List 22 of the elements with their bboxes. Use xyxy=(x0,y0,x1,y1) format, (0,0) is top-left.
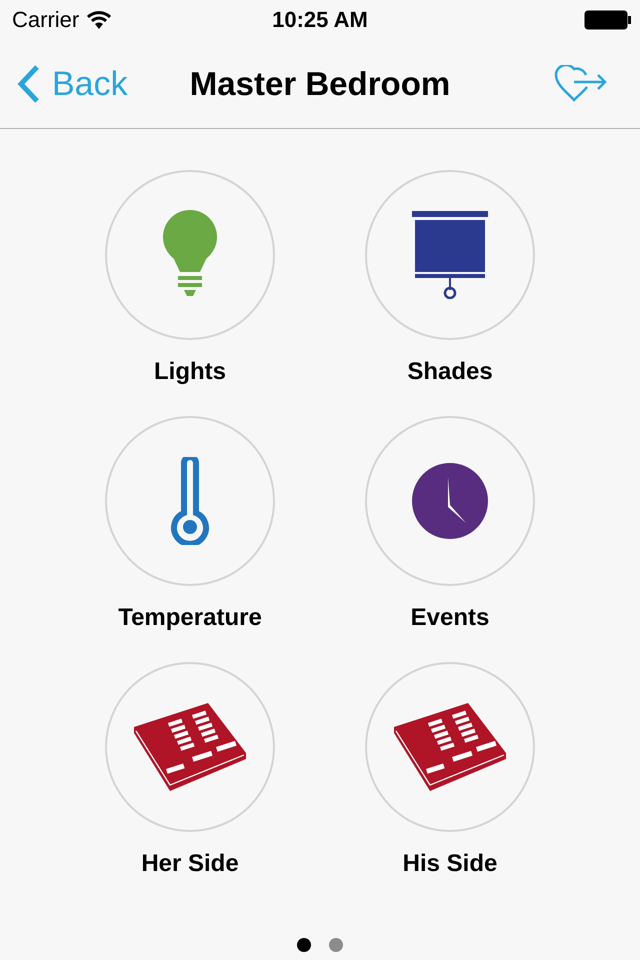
thermometer-icon xyxy=(170,457,210,545)
page-dot[interactable] xyxy=(297,938,311,952)
tile-label: Shades xyxy=(407,358,493,386)
tile-label: Her Side xyxy=(141,850,239,878)
keypad-icon xyxy=(134,701,246,793)
back-button[interactable]: Back xyxy=(16,64,128,104)
battery-icon xyxy=(584,10,632,30)
heart-arrow-button[interactable] xyxy=(554,65,608,103)
keypad-icon xyxy=(394,701,506,793)
chevron-icon xyxy=(16,64,40,104)
projector-screen-icon xyxy=(412,211,488,299)
tile-label: Temperature xyxy=(118,604,262,632)
tile-label: His Side xyxy=(402,850,498,878)
clock-icon xyxy=(412,463,488,539)
tile-label: Lights xyxy=(154,358,226,386)
clock-time: 10:25 AM xyxy=(272,7,368,32)
tile-label: Events xyxy=(410,604,490,632)
page-dot[interactable] xyxy=(329,938,343,952)
wifi-icon xyxy=(87,11,112,29)
carrier-name: Carrier xyxy=(12,7,80,33)
screen-title: Master Bedroom xyxy=(190,65,450,102)
heart-arrow-icon xyxy=(554,65,608,103)
